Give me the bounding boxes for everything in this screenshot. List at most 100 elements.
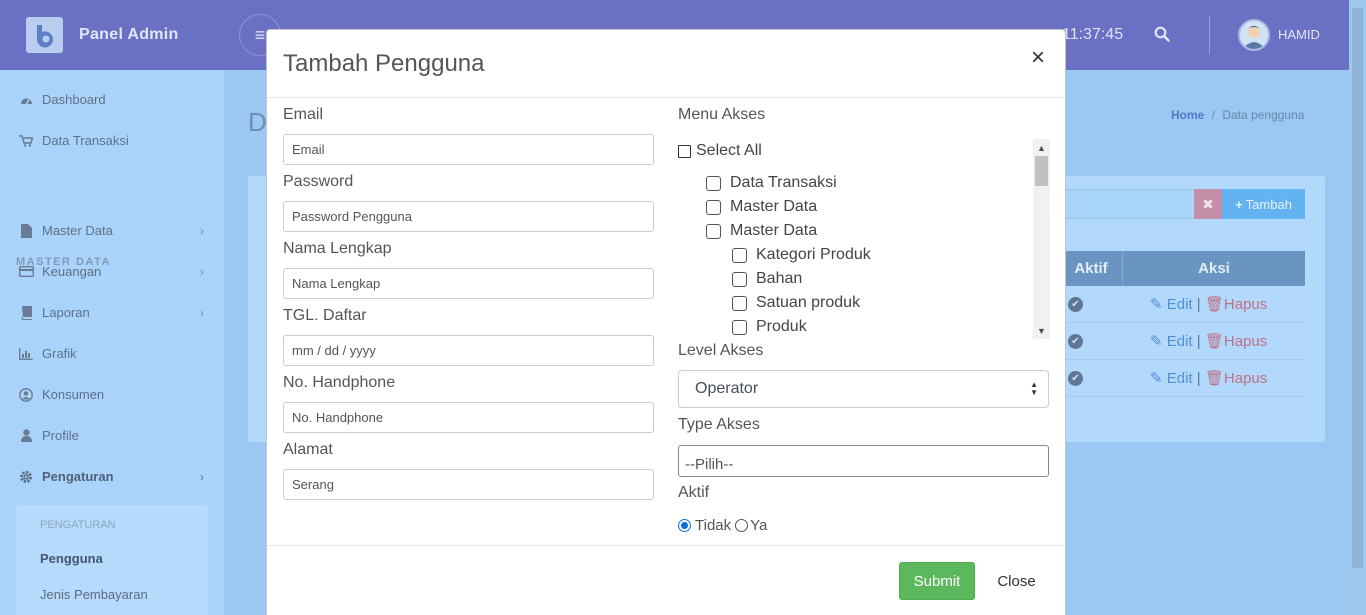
plus-icon: +	[1235, 196, 1243, 212]
add-user-label: Tambah	[1245, 196, 1292, 212]
edit-link[interactable]: ✎ Edit	[1150, 370, 1193, 387]
action-separator: |	[1196, 296, 1201, 313]
trash-icon: 🗑	[1204, 333, 1224, 350]
menu-akses-item-label: Bahan	[756, 270, 803, 287]
checkbox-box[interactable]	[732, 271, 747, 287]
breadcrumb-current: Data pengguna	[1222, 108, 1305, 122]
gear-icon	[18, 470, 34, 484]
trash-icon: 🗑	[1204, 296, 1224, 313]
modal-footer: Submit Close	[267, 545, 1065, 615]
chevron-right-icon: ›	[200, 264, 204, 279]
modal-title: Tambah Pengguna	[283, 50, 485, 77]
fullname-field[interactable]	[283, 268, 654, 299]
radio-tidak-label[interactable]: Tidak	[695, 517, 731, 534]
trash-icon: 🗑	[1204, 370, 1224, 387]
menu-akses-scrollbar-thumb[interactable]	[1035, 156, 1048, 186]
address-field[interactable]	[283, 469, 654, 500]
checkbox-box[interactable]	[706, 175, 721, 191]
delete-link[interactable]: 🗑Hapus	[1205, 296, 1267, 313]
radio-ya[interactable]	[735, 519, 749, 532]
table-row: ✔ ✎ Edit | 🗑Hapus	[1060, 323, 1305, 360]
add-user-modal: Tambah Pengguna × Email Password Nama Le…	[266, 29, 1066, 615]
menu-akses-item[interactable]: Data Transaksi	[706, 174, 837, 192]
menu-akses-label: Menu Akses	[678, 106, 766, 123]
chevron-right-icon: ›	[200, 469, 204, 484]
edit-link[interactable]: ✎ Edit	[1150, 333, 1193, 350]
bar-chart-icon	[18, 347, 34, 360]
submit-button[interactable]: Submit	[899, 562, 975, 600]
user-avatar[interactable]	[1238, 19, 1270, 51]
menu-akses-item[interactable]: Master Data	[706, 222, 817, 240]
action-separator: |	[1196, 333, 1201, 350]
table-row: ✔ ✎ Edit | 🗑Hapus	[1060, 286, 1305, 323]
register-date-field[interactable]	[283, 335, 654, 366]
table-row: ✔ ✎ Edit | 🗑Hapus	[1060, 360, 1305, 397]
modal-header: Tambah Pengguna ×	[267, 30, 1065, 98]
sidebar-item-konsumen[interactable]: Konsumen	[18, 387, 208, 402]
menu-akses-item[interactable]: Bahan	[732, 270, 802, 288]
sidebar-item-laporan[interactable]: Laporan ›	[18, 305, 208, 320]
sidebar-item-keuangan[interactable]: Keuangan ›	[18, 264, 208, 279]
sidebar-item-pengaturan[interactable]: Pengaturan ›	[18, 469, 208, 484]
book-icon	[18, 305, 34, 320]
menu-akses-item[interactable]: Satuan produk	[732, 294, 860, 312]
search-icon[interactable]	[1154, 26, 1170, 47]
password-label: Password	[283, 173, 354, 190]
cart-icon	[18, 134, 34, 147]
table-search-input[interactable]	[1060, 189, 1196, 219]
delete-link[interactable]: 🗑Hapus	[1205, 370, 1267, 387]
select-all-checkbox[interactable]: Select All	[678, 142, 762, 160]
submenu-item-pengguna[interactable]: Pengguna	[40, 551, 103, 566]
chevron-right-icon: ›	[200, 305, 204, 320]
checkbox-box[interactable]	[706, 223, 721, 239]
checkbox-box[interactable]	[678, 144, 691, 158]
sidebar-item-master-data[interactable]: Master Data ›	[18, 223, 208, 238]
submenu-item-jenis-pembayaran[interactable]: Jenis Pembayaran	[40, 587, 148, 602]
edit-link[interactable]: ✎ Edit	[1150, 296, 1193, 313]
level-akses-select[interactable]: Operator ▲ ▼	[678, 370, 1049, 408]
select-arrows-icon: ▲ ▼	[1030, 380, 1038, 397]
user-circle-icon	[18, 387, 34, 402]
brand-title: Panel Admin	[79, 26, 179, 43]
checkbox-box[interactable]	[732, 319, 747, 335]
chevron-right-icon: ›	[200, 223, 204, 238]
column-header-aktif: Aktif	[1074, 260, 1108, 277]
edit-label: Edit	[1166, 370, 1193, 387]
sidebar: Dashboard Data Transaksi MASTER DATA Mas…	[0, 70, 224, 615]
password-field[interactable]	[283, 201, 654, 232]
sidebar-item-label: Profile	[42, 428, 79, 443]
type-akses-select[interactable]: --Pilih--	[678, 445, 1049, 477]
sidebar-item-grafik[interactable]: Grafik	[18, 346, 208, 361]
add-user-button[interactable]: + Tambah	[1222, 189, 1305, 219]
page-scrollbar-thumb[interactable]	[1352, 8, 1363, 568]
menu-akses-item-label: Master Data	[730, 222, 818, 239]
username-label[interactable]: HAMID	[1278, 27, 1320, 42]
checkbox-box[interactable]	[706, 199, 721, 215]
checkbox-box[interactable]	[732, 247, 747, 263]
checkbox-box[interactable]	[732, 295, 747, 311]
email-field[interactable]	[283, 134, 654, 165]
menu-akses-item[interactable]: Master Data	[706, 198, 817, 216]
sidebar-item-data-transaksi[interactable]: Data Transaksi	[18, 133, 208, 148]
sidebar-item-dashboard[interactable]: Dashboard	[18, 92, 208, 107]
radio-tidak[interactable]	[678, 519, 691, 532]
menu-akses-item[interactable]: Kategori Produk	[732, 246, 871, 264]
menu-akses-item-label: Produk	[756, 318, 807, 335]
close-button[interactable]: Close	[985, 562, 1048, 600]
brand-logo[interactable]	[26, 17, 63, 53]
phone-field[interactable]	[283, 402, 654, 433]
scroll-down-icon[interactable]: ▼	[1033, 322, 1050, 339]
close-icon[interactable]: ×	[1031, 46, 1045, 70]
sidebar-item-label: Master Data	[42, 223, 113, 238]
column-header-aksi: Aksi	[1122, 251, 1305, 286]
check-circle-icon: ✔	[1068, 334, 1083, 349]
page-title: D	[248, 107, 267, 137]
scroll-up-icon[interactable]: ▲	[1033, 139, 1050, 156]
sidebar-item-profile[interactable]: Profile	[18, 428, 208, 443]
radio-ya-label[interactable]: Ya	[750, 517, 767, 534]
breadcrumb-home[interactable]: Home	[1171, 108, 1204, 122]
clear-search-icon[interactable]: ✖	[1194, 189, 1222, 219]
menu-akses-item[interactable]: Produk	[732, 318, 807, 336]
type-akses-label: Type Akses	[678, 416, 760, 433]
delete-link[interactable]: 🗑Hapus	[1205, 333, 1267, 350]
